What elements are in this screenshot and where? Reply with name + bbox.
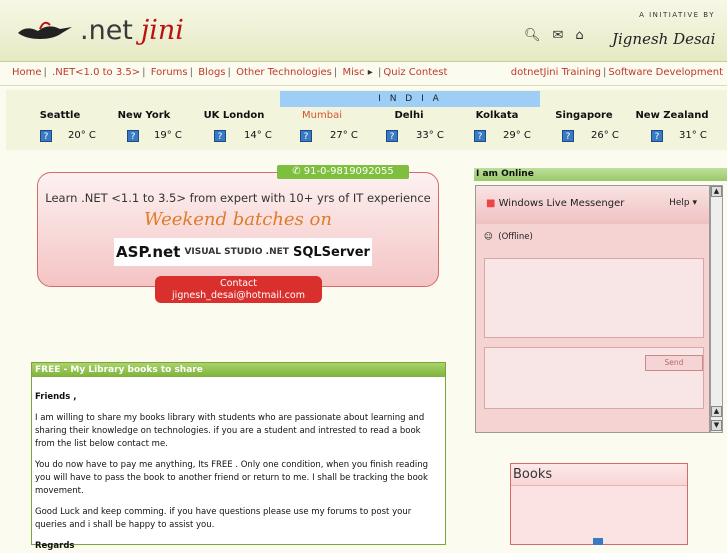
- nav-item-blogs[interactable]: Blogs: [198, 67, 225, 78]
- city-seattle: Seattle: [39, 110, 81, 121]
- logo-jini-text: jini: [140, 14, 184, 46]
- messenger-status: ☺ (Offline): [484, 232, 533, 242]
- scroll-up-icon[interactable]: ▲: [711, 186, 722, 197]
- temp-mumbai: 27° C: [330, 130, 358, 141]
- phone-number-badge: ✆ 91-0-9819092055: [277, 165, 409, 179]
- library-paragraph-1: I am willing to share my books library w…: [35, 413, 425, 449]
- temp-uk-london: 14° C: [244, 130, 272, 141]
- nav-item-training[interactable]: dotnetJini Training: [511, 67, 601, 78]
- initiative-label: A INITIATIVE BY: [639, 11, 715, 19]
- contact-email: jignesh_desai@hotmail.com: [172, 290, 305, 301]
- online-header: I am Online: [474, 168, 727, 181]
- nav-separator: |: [189, 67, 193, 78]
- library-regards: Regards: [35, 541, 75, 551]
- books-panel: Books: [510, 463, 688, 545]
- nav-separator: |: [603, 67, 607, 78]
- library-greeting: Friends ,: [35, 392, 77, 402]
- technology-logos: ASP.net VISUAL STUDIO .NET SQLServer: [114, 238, 372, 266]
- temp-new-zealand: 31° C: [679, 130, 707, 141]
- nav-item-quiz-contest[interactable]: Quiz Contest: [383, 67, 447, 78]
- online-panel: I am Online ■ Windows Live Messenger Hel…: [474, 168, 727, 434]
- weather-icon: ?: [386, 130, 398, 142]
- city-delhi: Delhi: [394, 110, 424, 121]
- weather-icon: ?: [40, 130, 52, 142]
- temp-singapore: 26° C: [591, 130, 619, 141]
- nav-item-home[interactable]: Home: [12, 67, 42, 78]
- temp-seattle: 20° C: [68, 130, 96, 141]
- logo-net-text: .net: [80, 14, 133, 46]
- site-header: .net jini A INITIATIVE BY 🔍︎ ✉ ⌂ Jignesh…: [0, 0, 727, 62]
- windows-logo-icon: ■: [486, 198, 496, 209]
- training-promo-banner[interactable]: Learn .NET <1.1 to 3.5> from expert with…: [37, 172, 439, 287]
- library-header: FREE - My Library books to share: [32, 363, 445, 377]
- visual-studio-logo: VISUAL STUDIO .NET: [184, 247, 289, 257]
- message-input[interactable]: Send: [484, 347, 704, 409]
- messenger-widget: ■ Windows Live Messenger Help ▾ ☺ (Offli…: [475, 185, 710, 433]
- nav-separator: |: [227, 67, 231, 78]
- weather-icon: ?: [474, 130, 486, 142]
- nav-separator: |: [333, 67, 338, 78]
- messenger-title-text: Windows Live Messenger: [498, 198, 625, 209]
- city-kolkata: Kolkata: [475, 110, 519, 121]
- contact-button[interactable]: Contact jignesh_desai@hotmail.com: [155, 276, 322, 303]
- messenger-titlebar: ■ Windows Live Messenger Help ▾: [476, 186, 709, 224]
- book-icon[interactable]: [593, 538, 603, 545]
- country-bar: I N D I A: [280, 91, 540, 107]
- main-nav: Home | .NET<1.0 to 3.5> | Forums | Blogs | O…: [0, 62, 727, 86]
- sqlserver-logo: SQLServer: [292, 244, 370, 260]
- city-new-york: New York: [117, 110, 171, 121]
- scroll-down-icon[interactable]: ▼: [711, 420, 722, 431]
- nav-item-other-technologies[interactable]: Other Technologies: [236, 67, 332, 78]
- lamp-icon: [18, 21, 72, 39]
- weather-strip: I N D I A Seattle ? 20° C New York ? 19°…: [6, 90, 727, 150]
- contact-label: Contact: [220, 278, 257, 289]
- aspnet-logo: ASP.net: [116, 243, 181, 261]
- library-body: Friends , I am willing to share my books…: [32, 377, 445, 553]
- home-icon[interactable]: ⌂: [575, 28, 583, 43]
- author-name: Jignesh Desai: [612, 30, 716, 48]
- promo-weekend-text: Weekend batches on: [144, 209, 332, 230]
- search-icon[interactable]: 🔍︎: [524, 28, 541, 43]
- weather-icon: ?: [214, 130, 226, 142]
- scroll-up-icon[interactable]: ▲: [711, 406, 722, 417]
- user-icon: ☺: [484, 232, 493, 242]
- nav-right: dotnetJini Training | Software Development: [511, 67, 723, 78]
- help-menu[interactable]: Help ▾: [669, 198, 697, 208]
- city-singapore: Singapore: [555, 110, 613, 121]
- books-header: Books: [511, 464, 687, 486]
- library-box: FREE - My Library books to share Friends…: [31, 362, 446, 551]
- messenger-title: ■ Windows Live Messenger: [486, 198, 624, 209]
- nav-separator: |: [142, 67, 146, 78]
- messenger-scrollbar[interactable]: ▲ ▲ ▼: [710, 185, 723, 433]
- send-button[interactable]: Send: [645, 355, 703, 371]
- nav-separator: |: [43, 67, 47, 78]
- city-new-zealand: New Zealand: [635, 110, 709, 121]
- temp-delhi: 33° C: [416, 130, 444, 141]
- city-uk-london: UK London: [203, 110, 265, 121]
- weather-icon: ?: [127, 130, 139, 142]
- promo-title: Learn .NET <1.1 to 3.5> from expert with…: [45, 191, 431, 205]
- nav-item-dotnet[interactable]: .NET<1.0 to 3.5>: [52, 67, 140, 78]
- conversation-area: [484, 258, 704, 338]
- temp-new-york: 19° C: [154, 130, 182, 141]
- weather-icon: ?: [562, 130, 574, 142]
- nav-item-software-development[interactable]: Software Development: [608, 67, 723, 78]
- status-text: (Offline): [498, 232, 533, 242]
- nav-item-misc[interactable]: Misc: [342, 67, 364, 78]
- header-icons: 🔍︎ ✉ ⌂: [524, 28, 584, 43]
- city-mumbai: Mumbai: [302, 110, 342, 121]
- weather-icon: ?: [300, 130, 312, 142]
- nav-separator: |: [377, 67, 382, 78]
- temp-kolkata: 29° C: [503, 130, 531, 141]
- nav-item-forums[interactable]: Forums: [151, 67, 188, 78]
- library-paragraph-3: Good Luck and keep comming. if you have …: [35, 507, 412, 530]
- caret-right-icon: ▸: [367, 67, 373, 78]
- mail-icon[interactable]: ✉: [553, 28, 564, 43]
- site-logo[interactable]: .net jini: [14, 10, 184, 50]
- weather-icon: ?: [651, 130, 663, 142]
- library-paragraph-2: You do now have to pay me anything, Its …: [35, 460, 429, 496]
